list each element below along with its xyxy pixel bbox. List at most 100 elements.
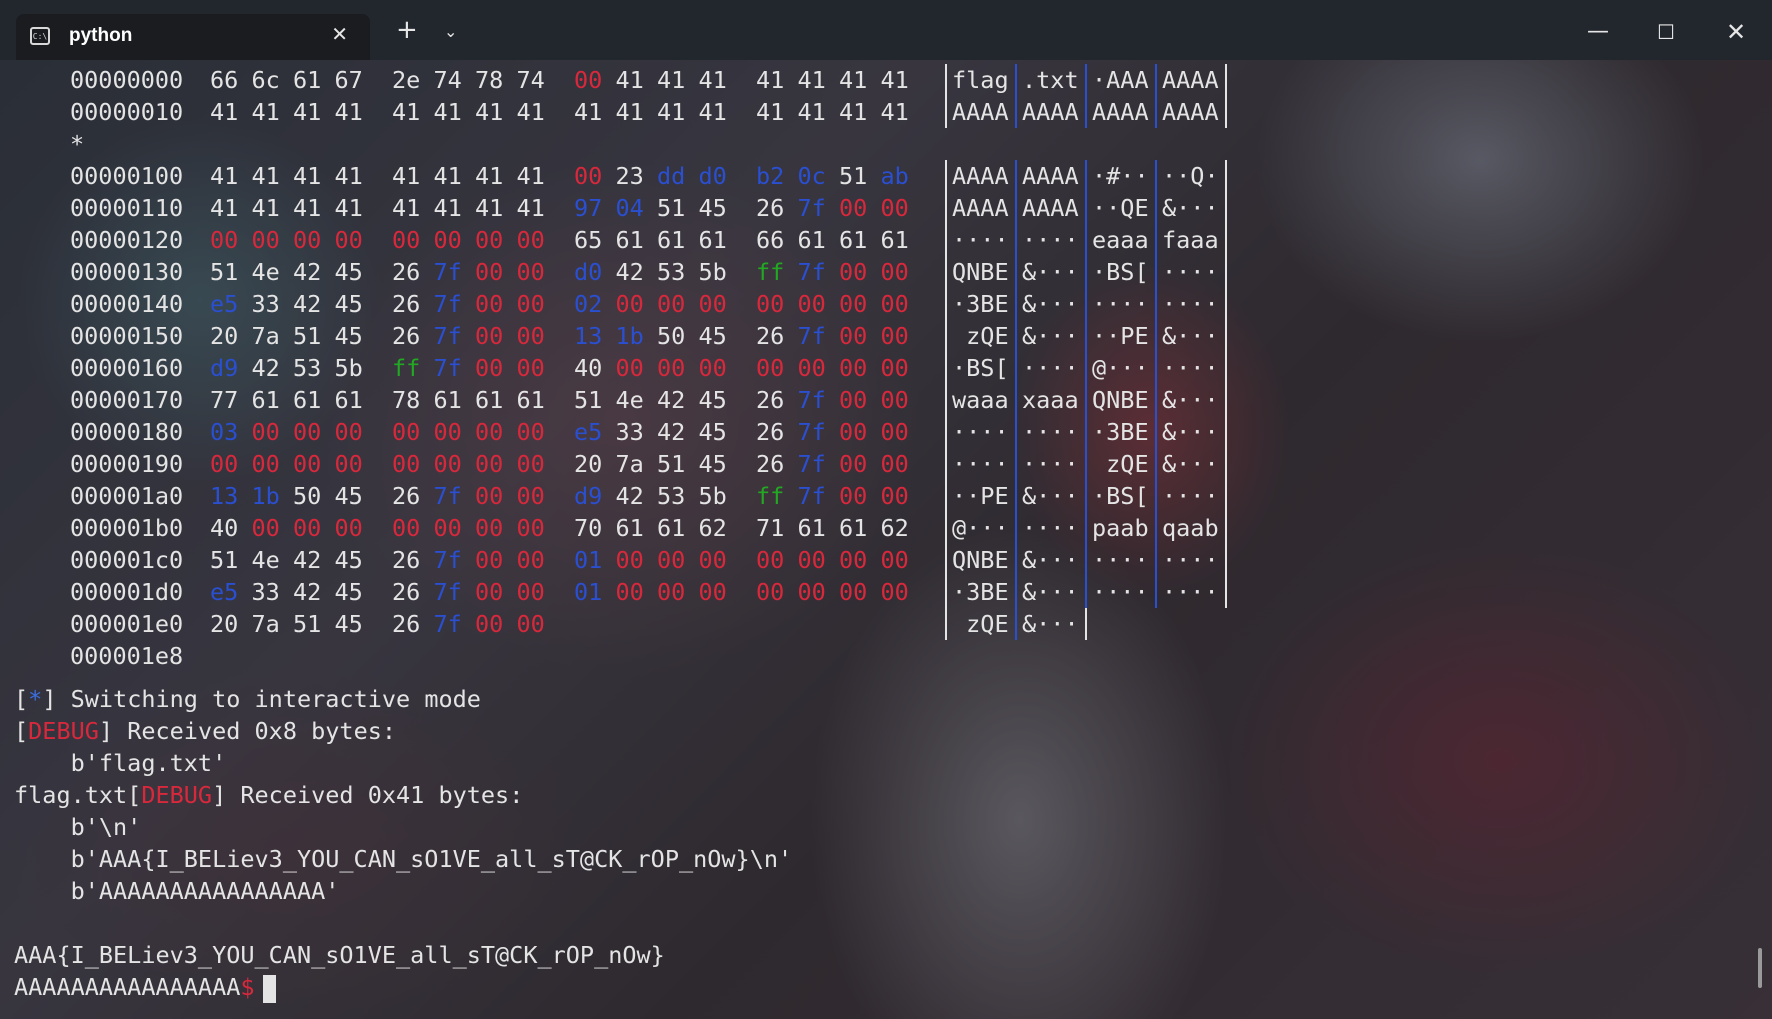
hex-byte: 26 <box>392 322 421 350</box>
repeat-marker: * <box>70 130 85 158</box>
debug-label: DEBUG <box>141 781 213 809</box>
hex-address: 00000110 <box>70 194 184 222</box>
hex-byte: 00 <box>516 450 545 478</box>
hex-byte: 00 <box>251 514 280 542</box>
title-bar: C:\ python ✕ + ⌄ — ☐ ✕ <box>0 0 1772 60</box>
hex-byte: 00 <box>251 226 280 254</box>
ascii-group: waaa <box>952 386 1009 414</box>
ascii-separator <box>945 64 947 96</box>
hex-byte: 41 <box>698 98 727 126</box>
ascii-group: &··· <box>1022 482 1079 510</box>
ascii-group: faaa <box>1162 226 1219 254</box>
hex-byte: 41 <box>475 162 504 190</box>
ascii-group: paab <box>1092 514 1149 542</box>
hex-byte: 00 <box>880 450 909 478</box>
hex-byte: 7f <box>433 610 462 638</box>
hex-byte: 4e <box>615 386 644 414</box>
maximize-button[interactable]: ☐ <box>1636 12 1696 52</box>
hex-byte: 70 <box>574 514 603 542</box>
hex-byte: 41 <box>516 162 545 190</box>
scrollbar[interactable] <box>1758 948 1762 988</box>
ascii-group: ·3BE <box>952 578 1009 606</box>
ascii-group: ···· <box>1162 482 1219 510</box>
hex-byte: 41 <box>293 194 322 222</box>
hex-byte: 78 <box>392 386 421 414</box>
ascii-group: AAAA <box>952 194 1009 222</box>
hex-address: 000001e0 <box>70 610 184 638</box>
hex-byte: 51 <box>657 450 686 478</box>
ascii-group: ·#·· <box>1092 162 1149 190</box>
hex-byte: 00 <box>334 226 363 254</box>
hex-byte: 42 <box>293 258 322 286</box>
hex-byte: 42 <box>657 418 686 446</box>
hex-address: 00000140 <box>70 290 184 318</box>
ascii-group: ···· <box>1162 258 1219 286</box>
hex-byte: 00 <box>334 450 363 478</box>
chevron-down-icon[interactable]: ⌄ <box>444 20 457 44</box>
hex-byte: 00 <box>880 418 909 446</box>
ascii-group: QNBE <box>1092 386 1149 414</box>
hex-byte: b2 <box>756 162 785 190</box>
hex-byte: 1b <box>615 322 644 350</box>
hex-byte: 42 <box>293 290 322 318</box>
tab-close-icon[interactable]: ✕ <box>331 24 348 44</box>
hex-byte: 45 <box>334 290 363 318</box>
hex-byte: 00 <box>516 482 545 510</box>
hex-byte: 41 <box>433 194 462 222</box>
ascii-group: &··· <box>1162 418 1219 446</box>
hex-byte: 00 <box>657 578 686 606</box>
hex-byte: 26 <box>756 194 785 222</box>
hex-byte: 41 <box>475 98 504 126</box>
hex-byte: 74 <box>433 66 462 94</box>
ascii-group: zQE <box>1092 450 1149 478</box>
hex-byte: 00 <box>880 354 909 382</box>
ascii-separator <box>945 448 947 480</box>
hex-byte: 26 <box>756 418 785 446</box>
hex-byte: 45 <box>698 450 727 478</box>
ascii-group: .txt <box>1022 66 1079 94</box>
terminal-output[interactable]: 00000000 66 6c 61 67 2e 74 78 74 00 41 41 41 41 41 41 41… <box>0 60 1772 1019</box>
close-window-button[interactable]: ✕ <box>1706 12 1766 52</box>
ascii-group: ·BS[ <box>1092 482 1149 510</box>
hex-byte: 26 <box>392 546 421 574</box>
hex-byte: 5b <box>698 482 727 510</box>
new-tab-button[interactable]: + <box>396 17 418 43</box>
hex-byte: 41 <box>251 194 280 222</box>
hex-byte: 00 <box>516 610 545 638</box>
hex-byte: 20 <box>574 450 603 478</box>
hex-byte: 45 <box>334 578 363 606</box>
hex-byte: 26 <box>392 610 421 638</box>
hex-byte: 7a <box>615 450 644 478</box>
hex-byte: 61 <box>615 514 644 542</box>
hex-byte: 41 <box>839 66 868 94</box>
hex-byte: 00 <box>839 258 868 286</box>
hex-byte: 00 <box>839 418 868 446</box>
hex-byte: 41 <box>657 66 686 94</box>
interactive-mode-line: [*] Switching to interactive mode <box>14 685 481 713</box>
hex-byte: 45 <box>334 322 363 350</box>
hex-byte: 74 <box>516 66 545 94</box>
hex-byte: 00 <box>797 546 826 574</box>
hex-byte: 40 <box>574 354 603 382</box>
hex-byte: 00 <box>756 578 785 606</box>
ascii-group: &··· <box>1022 258 1079 286</box>
hex-byte: 45 <box>698 194 727 222</box>
hex-byte: 53 <box>657 482 686 510</box>
ascii-group: ···· <box>1162 546 1219 574</box>
hex-byte: 00 <box>615 290 644 318</box>
debug-data-2a: b'\n' <box>14 813 142 841</box>
minimize-button[interactable]: — <box>1568 12 1628 52</box>
hex-byte: 00 <box>797 290 826 318</box>
ascii-group: ···· <box>1092 578 1149 606</box>
ascii-group: ···· <box>1022 354 1079 382</box>
ascii-separator <box>945 256 947 288</box>
hex-byte: 00 <box>839 194 868 222</box>
ascii-group: ·BS[ <box>952 354 1009 382</box>
ascii-group: AAAA <box>1022 162 1079 190</box>
hex-byte: 7f <box>433 578 462 606</box>
ascii-group: ···· <box>1162 578 1219 606</box>
shell-prompt[interactable]: AAAAAAAAAAAAAAAA$ <box>14 971 276 1003</box>
tab-python[interactable]: C:\ python ✕ <box>16 14 370 60</box>
hex-byte: 26 <box>392 258 421 286</box>
hex-byte: 5b <box>334 354 363 382</box>
